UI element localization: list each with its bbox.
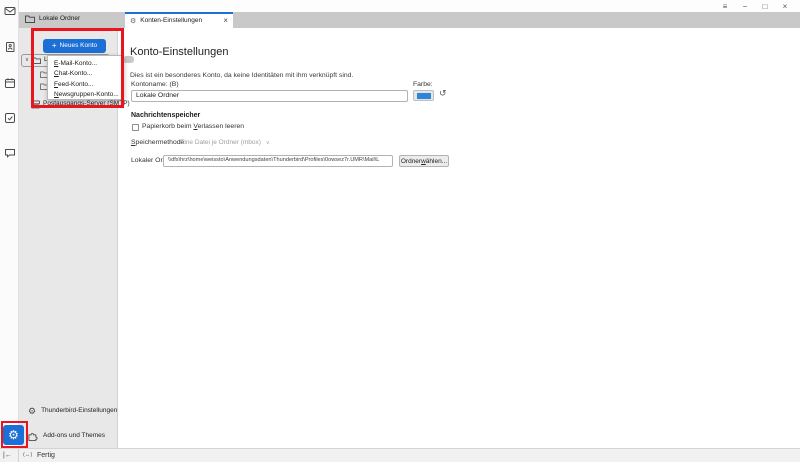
button-text: Ordner	[401, 158, 421, 165]
plus-icon: +	[52, 42, 57, 50]
color-picker-button[interactable]	[413, 90, 434, 101]
thunderbird-window: ≡ − □ × Lokale Ordner ⚙ Konten-Einstellu…	[0, 0, 800, 462]
color-reset-icon[interactable]: ↺	[439, 89, 447, 98]
menu-item-label: eed-Konto...	[58, 81, 93, 88]
smtp-server-icon	[31, 100, 40, 109]
account-name-input[interactable]: Lokale Ordner	[131, 90, 408, 102]
color-swatch	[417, 93, 431, 99]
page-title: Konto-Einstellungen	[130, 47, 228, 58]
button-text: ählen...	[426, 158, 447, 165]
tab-close-icon[interactable]: ×	[223, 17, 228, 25]
folder-pane-header-label: Lokale Ordner	[39, 16, 80, 23]
address-book-icon	[4, 41, 16, 53]
addons-themes-item[interactable]: Add-ons und Themes	[28, 431, 105, 441]
label-text: Papierkorb beim	[142, 123, 193, 130]
smtp-server-label: Postausgangs-Server (SMTP)	[43, 101, 130, 108]
gear-icon: ⚙	[28, 407, 36, 416]
account-name-label: Kontoname: (B)	[131, 82, 179, 89]
folder-icon	[32, 57, 41, 64]
calendar-space-button[interactable]	[3, 76, 16, 89]
titlebar: ≡ − □ ×	[0, 0, 800, 12]
network-status-icon[interactable]: (↔)	[23, 453, 32, 459]
settings-space-button[interactable]: ⚙	[3, 425, 24, 445]
thunderbird-settings-label: Thunderbird-Einstellungen	[41, 408, 117, 415]
chat-space-button[interactable]	[3, 146, 16, 159]
account-description: Dies ist ein besonderes Konto, da keine …	[130, 73, 353, 80]
chevron-down-icon: ∨	[266, 141, 270, 146]
accounts-sidebar: + Neues Konto ∨ Lokale Ordner E-Mail-Kon…	[19, 28, 118, 448]
storage-method-value: Eine Datei je Ordner (mbox)	[180, 140, 261, 147]
chat-icon	[4, 147, 16, 159]
local-directory-input[interactable]: \\dfs\hrz\home\weissto\Anwendungsdaten\T…	[163, 155, 393, 167]
empty-trash-checkbox[interactable]	[132, 124, 139, 131]
puzzle-icon	[28, 431, 38, 441]
window-controls: ≡ − □ ×	[718, 2, 792, 12]
label-text: erlassen leeren	[198, 123, 244, 130]
empty-trash-label: Papierkorb beim Verlassen leeren	[142, 124, 244, 131]
addons-themes-label: Add-ons und Themes	[43, 433, 105, 440]
menu-item-chat-account[interactable]: Chat-Konto...	[48, 69, 122, 80]
close-button[interactable]: ×	[778, 3, 792, 11]
storage-method-select[interactable]: Eine Datei je Ordner (mbox) ∨	[180, 140, 270, 147]
tasks-space-button[interactable]	[3, 111, 16, 124]
smtp-server-row[interactable]: Postausgangs-Server (SMTP)	[31, 100, 130, 109]
minimize-button[interactable]: −	[738, 3, 752, 11]
menu-item-feed-account[interactable]: Feed-Konto...	[48, 79, 122, 90]
tasks-icon	[4, 112, 16, 124]
folder-pane-header[interactable]: Lokale Ordner	[25, 15, 80, 23]
gear-icon: ⚙	[8, 428, 19, 442]
account-settings-pane: Konto-Einstellungen Dies ist ein besonde…	[118, 28, 800, 448]
local-directory-value: \\dfs\hrz\home\weissto\Anwendungsdaten\T…	[168, 158, 379, 164]
chevron-down-icon[interactable]: ∨	[25, 58, 29, 64]
mail-icon	[4, 5, 16, 17]
status-text: Fertig	[37, 452, 55, 459]
tab-bar: Lokale Ordner ⚙ Konten-Einstellungen ×	[19, 12, 800, 28]
folder-icon	[25, 15, 35, 23]
new-account-label: Neues Konto	[60, 43, 98, 50]
choose-folder-button[interactable]: Ordner wählen...	[399, 155, 449, 167]
spaces-toolbar: ⚙	[0, 0, 19, 448]
maximize-button[interactable]: □	[758, 3, 772, 11]
menu-item-newsgroup-account[interactable]: Newsgruppen-Konto...	[48, 90, 122, 101]
addressbook-space-button[interactable]	[3, 40, 16, 53]
tab-title: Konten-Einstellungen	[140, 18, 202, 25]
account-name-value: Lokale Ordner	[136, 93, 179, 100]
storage-method-label: Speichermethode:	[131, 140, 186, 147]
calendar-icon	[4, 77, 16, 89]
collapse-toolbar-icon[interactable]: |←	[3, 452, 12, 459]
app-menu-icon[interactable]: ≡	[718, 3, 732, 11]
menu-item-label: ewsgruppen-Konto...	[59, 91, 119, 98]
thunderbird-settings-item[interactable]: ⚙ Thunderbird-Einstellungen	[28, 407, 117, 416]
tab-konten-einstellungen[interactable]: ⚙ Konten-Einstellungen ×	[125, 12, 233, 28]
message-storage-heading: Nachrichtenspeicher	[131, 112, 200, 119]
account-settings-tab-icon: ⚙	[130, 18, 136, 25]
mail-space-button[interactable]	[3, 4, 16, 17]
new-account-button[interactable]: + Neues Konto	[43, 39, 106, 53]
menu-item-email-account[interactable]: E-Mail-Konto...	[48, 58, 122, 69]
color-label: Farbe:	[413, 82, 433, 89]
menu-item-label: hat-Konto...	[59, 70, 93, 77]
status-bar: |← (↔) Fertig	[0, 448, 800, 462]
label-text: peichermethode:	[136, 139, 187, 146]
new-account-menu: E-Mail-Konto... Chat-Konto... Feed-Konto…	[47, 55, 123, 100]
menu-item-label: -Mail-Konto...	[58, 60, 97, 67]
